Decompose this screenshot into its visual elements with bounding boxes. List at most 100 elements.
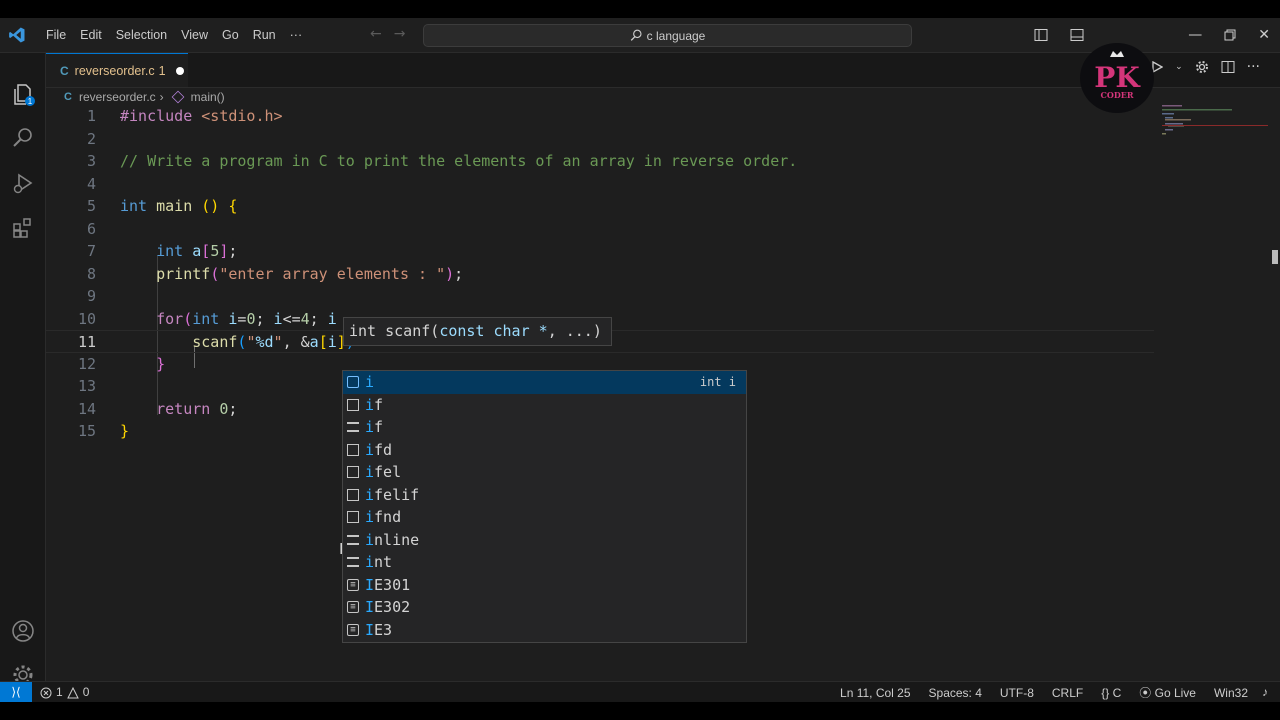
parameter-hint-popup: int scanf(const char *, ...) [343, 317, 612, 346]
status-right-items: Ln 11, Col 25 Spaces: 4 UTF-8 CRLF {} C … [840, 682, 1248, 702]
language-mode[interactable]: {} C [1101, 686, 1121, 700]
suggestion-item[interactable]: if [343, 416, 746, 439]
hint-signature-start: int scanf( [349, 322, 440, 340]
tab-reverseorder[interactable]: C reverseorder.c 1 [46, 53, 188, 87]
settings-gear-icon[interactable] [1195, 60, 1209, 74]
svg-text:1: 1 [28, 97, 33, 106]
status-bar: ⟩⟨ 1 0 Ln 11, Col 25 Spaces: 4 UTF-8 CRL… [0, 681, 1280, 702]
run-debug-icon[interactable] [10, 170, 36, 196]
restore-icon[interactable] [1224, 29, 1236, 41]
code-line: 3// Write a program in C to print the el… [86, 152, 798, 170]
broadcast-icon: ⦿ [1139, 686, 1152, 700]
suggestion-item[interactable]: ifnd [343, 506, 746, 529]
suggestion-item[interactable]: i int i [343, 371, 746, 394]
suggestion-item[interactable]: inline [343, 529, 746, 552]
menu-go[interactable]: Go [216, 28, 245, 42]
code-line: 7 int a[5]; [86, 242, 238, 260]
search-icon[interactable] [10, 125, 36, 151]
suggestion-item[interactable]: if [343, 394, 746, 417]
menu-run[interactable]: Run [247, 28, 282, 42]
vscode-logo-icon [9, 27, 25, 43]
problems-indicator[interactable]: 1 0 [40, 682, 89, 702]
suggestion-detail: int i [699, 375, 736, 389]
menu-bar: File Edit Selection View Go Run ··· [40, 18, 308, 52]
indentation[interactable]: Spaces: 4 [929, 686, 982, 700]
keyword-icon [347, 534, 359, 545]
suggestion-item[interactable]: ifel [343, 461, 746, 484]
minimize-icon[interactable]: — [1188, 27, 1202, 43]
search-icon [630, 29, 642, 41]
split-editor-icon[interactable] [1221, 60, 1235, 74]
breadcrumb-symbol[interactable]: main() [191, 90, 225, 104]
toggle-sidebar-icon[interactable] [1034, 28, 1048, 42]
warning-count: 0 [82, 685, 90, 699]
encoding[interactable]: UTF-8 [1000, 686, 1034, 700]
tab-problem-count: 1 [158, 63, 166, 78]
breadcrumb-separator: › [159, 90, 164, 104]
error-icon [40, 687, 52, 698]
editor-actions: ⌄ ··· [1151, 59, 1260, 75]
suggestion-item[interactable]: ifd [343, 439, 746, 462]
minimap[interactable] [1158, 105, 1270, 165]
text-icon: ≡ [347, 623, 359, 636]
run-dropdown-chevron-icon[interactable]: ⌄ [1175, 62, 1183, 72]
command-center-search[interactable]: c language [423, 24, 912, 47]
forward-arrow-icon[interactable]: → [394, 26, 406, 42]
tab-filename: reverseorder.c [74, 63, 155, 78]
notifications-bell-icon[interactable]: ♪ [1262, 682, 1268, 702]
c-file-icon: C [64, 91, 72, 103]
keyword-icon [347, 422, 359, 432]
snippet-icon [347, 511, 359, 523]
warning-icon [66, 686, 79, 698]
search-label: c language [646, 28, 706, 43]
code-line: 8 printf("enter array elements : "); [86, 264, 464, 283]
text-icon: ≡ [347, 601, 359, 613]
go-live-button[interactable]: ⦿ Go Live [1139, 684, 1196, 701]
platform[interactable]: Win32 [1214, 686, 1248, 700]
scrollbar-thumb[interactable] [1272, 250, 1278, 264]
toggle-panel-icon[interactable] [1070, 28, 1084, 42]
close-icon[interactable]: ✕ [1258, 27, 1270, 43]
suggestion-item[interactable]: ≡ IE302 [343, 596, 746, 619]
breadcrumb-file[interactable]: reverseorder.c [79, 90, 156, 104]
breadcrumb: C reverseorder.c › main() [64, 87, 225, 107]
code-line: 5 int main () { [86, 197, 238, 215]
vscode-window: File Edit Selection View Go Run ··· ← → … [0, 18, 1280, 702]
snippet-icon [347, 488, 359, 501]
back-arrow-icon[interactable]: ← [370, 26, 382, 42]
menu-view[interactable]: View [175, 28, 214, 42]
unsaved-dot-icon[interactable] [175, 66, 184, 75]
menu-edit[interactable]: Edit [74, 28, 108, 42]
line-ending[interactable]: CRLF [1052, 686, 1083, 700]
snippet-icon [347, 466, 359, 478]
more-actions-icon[interactable]: ··· [1247, 59, 1260, 75]
menu-file[interactable]: File [40, 28, 72, 42]
menu-more[interactable]: ··· [284, 28, 309, 42]
activity-bar: 1 [0, 53, 46, 685]
code-line: 6 [86, 219, 96, 238]
braces-icon: {} [1101, 685, 1110, 700]
text-icon: ≡ [347, 578, 359, 591]
explorer-icon[interactable]: 1 [10, 81, 36, 107]
title-bar: File Edit Selection View Go Run ··· ← → … [0, 18, 1280, 53]
extensions-icon[interactable] [10, 215, 36, 241]
logo-subtext: CODER [1100, 90, 1133, 100]
suggestion-item[interactable]: int [343, 551, 746, 574]
code-line: 2 [86, 129, 96, 148]
hint-signature-end: , ...) [547, 322, 602, 340]
menu-selection[interactable]: Selection [110, 28, 173, 42]
cursor-position[interactable]: Ln 11, Col 25 [840, 686, 911, 700]
c-file-icon: C [60, 63, 69, 78]
method-cube-icon [171, 90, 185, 104]
suggestion-item[interactable]: ≡ IE301 [343, 574, 746, 597]
account-icon[interactable] [10, 618, 36, 644]
snippet-icon [347, 398, 359, 411]
suggestion-item[interactable]: ifelif [343, 484, 746, 507]
remote-indicator-icon[interactable]: ⟩⟨ [0, 682, 32, 702]
crown-icon: PK CODER [1094, 51, 1141, 100]
nav-arrows: ← → [370, 26, 405, 42]
code-line: 1 #include <stdio.h> [86, 107, 283, 125]
code-line: 9 [86, 287, 96, 305]
suggestion-item[interactable]: ≡ IE3 [343, 619, 746, 642]
suggestion-widget: i int i if if ifd ifel ifelif ifnd inline… [342, 370, 747, 643]
